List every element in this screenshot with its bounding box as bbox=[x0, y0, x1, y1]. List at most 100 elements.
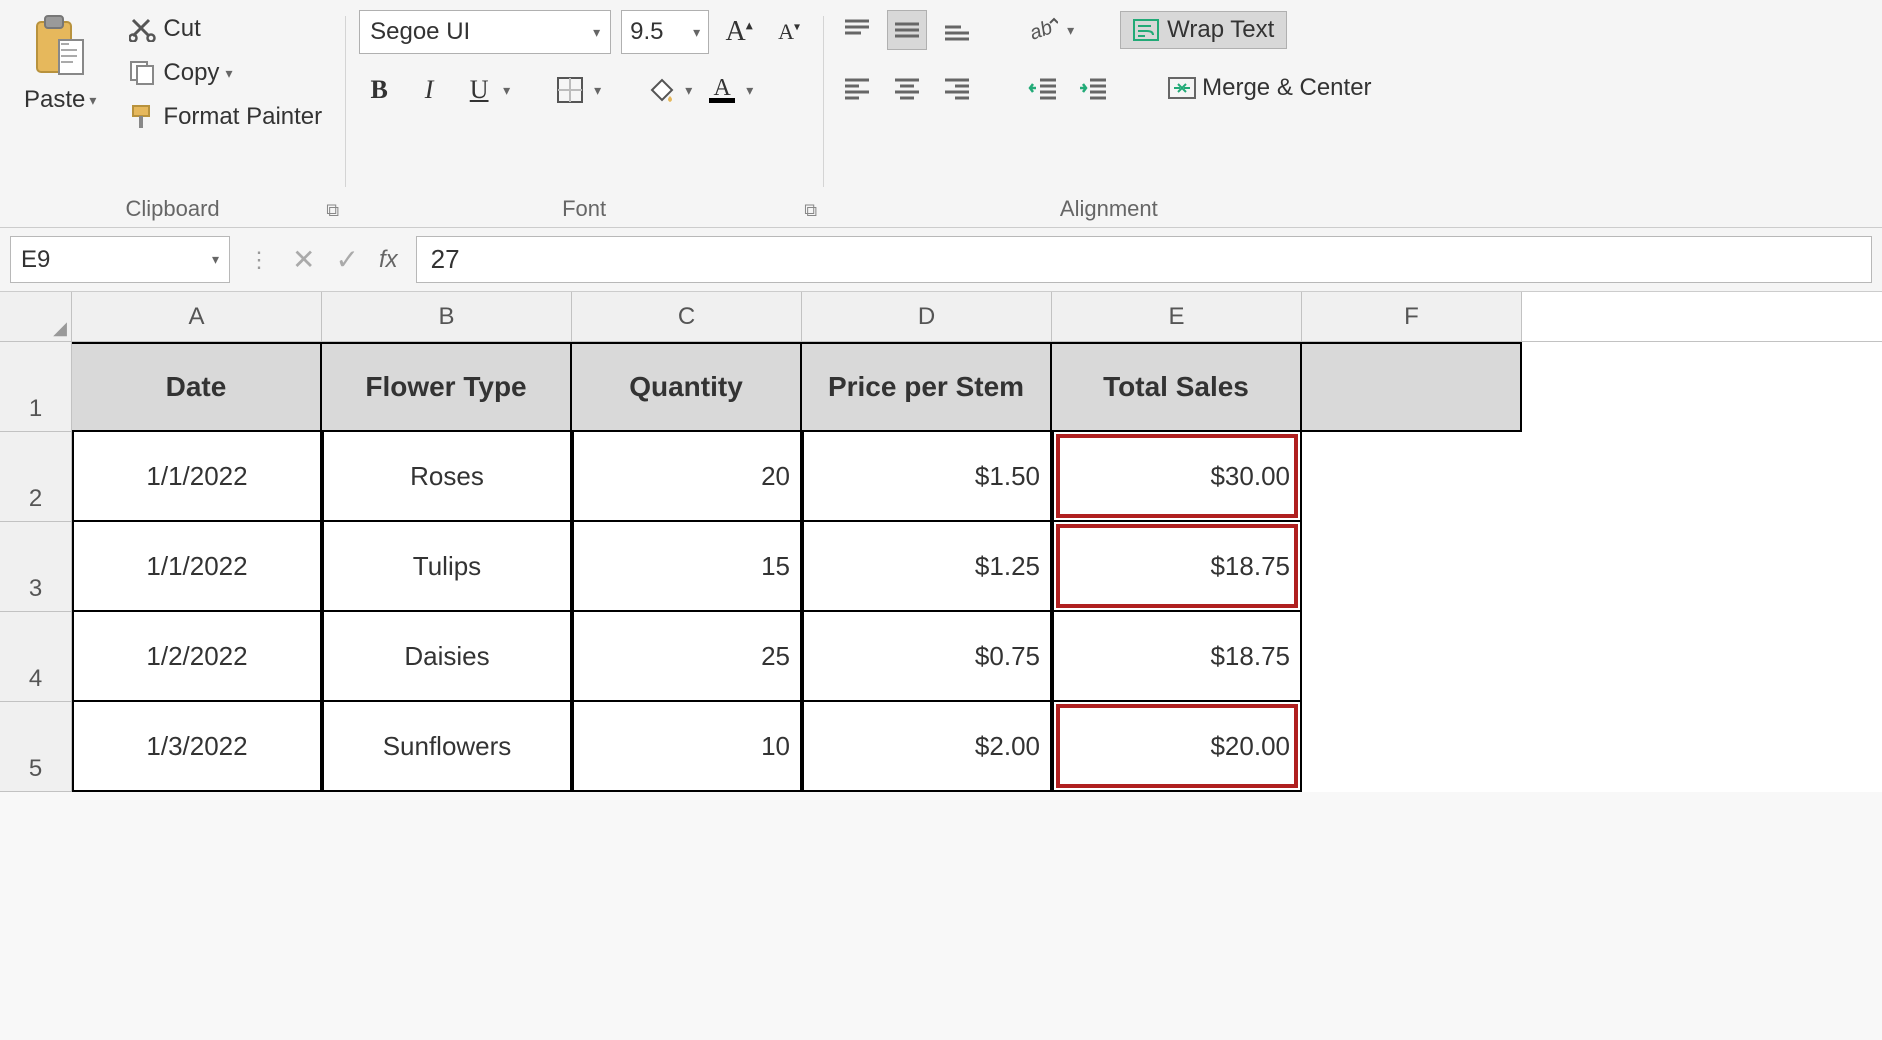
col-header-c[interactable]: C bbox=[572, 292, 802, 341]
align-bottom-button[interactable] bbox=[937, 10, 977, 50]
orientation-icon: ab bbox=[1028, 17, 1058, 43]
formula-value: 27 bbox=[431, 244, 460, 275]
cell[interactable]: 20 bbox=[572, 432, 802, 522]
increase-font-button[interactable]: A▴ bbox=[719, 12, 759, 52]
cell[interactable]: Tulips bbox=[322, 522, 572, 612]
decrease-indent-button[interactable] bbox=[1023, 68, 1063, 108]
fx-label[interactable]: fx bbox=[379, 246, 398, 274]
copy-button[interactable]: Copy ▾ bbox=[120, 54, 331, 92]
cell-empty[interactable] bbox=[1302, 522, 1522, 612]
fill-color-button[interactable] bbox=[641, 70, 681, 110]
borders-icon bbox=[556, 76, 584, 104]
bold-button[interactable]: B bbox=[359, 70, 399, 110]
chevron-down-icon[interactable]: ▾ bbox=[746, 82, 753, 99]
cell[interactable]: 1/1/2022 bbox=[72, 522, 322, 612]
cancel-formula-button[interactable]: ✕ bbox=[292, 243, 315, 276]
col-header-a[interactable]: A bbox=[72, 292, 322, 341]
cell[interactable]: 1/2/2022 bbox=[72, 612, 322, 702]
cell[interactable]: 15 bbox=[572, 522, 802, 612]
cut-button[interactable]: Cut bbox=[120, 10, 331, 48]
increase-indent-button[interactable] bbox=[1073, 68, 1113, 108]
merge-center-button[interactable]: Merge & Center bbox=[1159, 69, 1380, 107]
cell[interactable]: Roses bbox=[322, 432, 572, 522]
cell[interactable]: $18.75 bbox=[1052, 522, 1302, 612]
name-box[interactable]: E9 ▾ bbox=[10, 236, 230, 283]
select-all-corner[interactable]: ◢ bbox=[0, 292, 72, 341]
cell[interactable]: $0.75 bbox=[802, 612, 1052, 702]
cell[interactable]: 1/3/2022 bbox=[72, 702, 322, 792]
cell-empty[interactable] bbox=[1302, 612, 1522, 702]
cell-empty[interactable] bbox=[1302, 702, 1522, 792]
table-row: 21/1/2022Roses20$1.50$30.00 bbox=[0, 432, 1882, 522]
grip-icon: ⋮ bbox=[248, 247, 272, 273]
chevron-down-icon: ▾ bbox=[225, 65, 232, 82]
decrease-font-button[interactable]: A▾ bbox=[769, 12, 809, 52]
row-header[interactable]: 4 bbox=[0, 612, 72, 702]
row-header[interactable]: 2 bbox=[0, 432, 72, 522]
format-painter-button[interactable]: Format Painter bbox=[120, 98, 331, 136]
wrap-text-button[interactable]: Wrap Text bbox=[1120, 11, 1287, 49]
cell[interactable]: 1/1/2022 bbox=[72, 432, 322, 522]
borders-button[interactable] bbox=[550, 70, 590, 110]
align-right-button[interactable] bbox=[937, 68, 977, 108]
dialog-launcher-icon[interactable]: ⧉ bbox=[804, 200, 817, 221]
cell[interactable]: $30.00 bbox=[1052, 432, 1302, 522]
align-top-button[interactable] bbox=[837, 10, 877, 50]
chevron-down-icon[interactable]: ▾ bbox=[594, 82, 601, 99]
orientation-button[interactable]: ab bbox=[1023, 10, 1063, 50]
col-header-e[interactable]: E bbox=[1052, 292, 1302, 341]
copy-label: Copy bbox=[163, 59, 219, 87]
underline-button[interactable]: U bbox=[459, 70, 499, 110]
cut-label: Cut bbox=[163, 15, 200, 43]
cell[interactable]: Price per Stem bbox=[802, 342, 1052, 432]
font-size-select[interactable]: 9.5 ▾ bbox=[621, 10, 709, 54]
formula-bar: E9 ▾ ⋮ ✕ ✓ fx 27 bbox=[0, 228, 1882, 292]
dialog-launcher-icon[interactable]: ⧉ bbox=[326, 200, 339, 221]
cell[interactable]: Date bbox=[72, 342, 322, 432]
col-header-d[interactable]: D bbox=[802, 292, 1052, 341]
increase-indent-icon bbox=[1078, 76, 1108, 100]
italic-button[interactable]: I bbox=[409, 70, 449, 110]
formula-input[interactable]: 27 bbox=[416, 236, 1872, 283]
cell[interactable]: 10 bbox=[572, 702, 802, 792]
accept-formula-button[interactable]: ✓ bbox=[335, 243, 358, 276]
chevron-down-icon[interactable]: ▾ bbox=[503, 82, 510, 99]
chevron-down-icon: ▾ bbox=[212, 251, 219, 268]
cell[interactable]: 25 bbox=[572, 612, 802, 702]
cell-empty[interactable] bbox=[1302, 342, 1522, 432]
chevron-down-icon[interactable]: ▾ bbox=[685, 82, 692, 99]
cell[interactable]: $2.00 bbox=[802, 702, 1052, 792]
italic-icon: I bbox=[425, 75, 434, 105]
formula-bar-controls: ⋮ ✕ ✓ fx bbox=[230, 228, 416, 291]
row-header[interactable]: 3 bbox=[0, 522, 72, 612]
font-name-select[interactable]: Segoe UI ▾ bbox=[359, 10, 611, 54]
align-center-button[interactable] bbox=[887, 68, 927, 108]
cell[interactable]: Total Sales bbox=[1052, 342, 1302, 432]
chevron-down-icon[interactable]: ▾ bbox=[1067, 22, 1074, 39]
font-name-value: Segoe UI bbox=[370, 18, 470, 46]
align-right-icon bbox=[943, 76, 971, 100]
cell[interactable]: Flower Type bbox=[322, 342, 572, 432]
wrap-text-label: Wrap Text bbox=[1167, 16, 1274, 44]
cell[interactable]: $1.25 bbox=[802, 522, 1052, 612]
cell-empty[interactable] bbox=[1302, 432, 1522, 522]
chevron-down-icon: ▾ bbox=[89, 92, 96, 109]
row-header[interactable]: 5 bbox=[0, 702, 72, 792]
row-header-1[interactable]: 1 bbox=[0, 342, 72, 432]
col-header-f[interactable]: F bbox=[1302, 292, 1522, 341]
font-color-button[interactable]: A bbox=[702, 70, 742, 110]
decrease-indent-icon bbox=[1028, 76, 1058, 100]
paint-bucket-icon bbox=[646, 76, 676, 104]
cell[interactable]: Daisies bbox=[322, 612, 572, 702]
ribbon: Paste▾ Cut Copy ▾ bbox=[0, 0, 1882, 228]
cell[interactable]: $18.75 bbox=[1052, 612, 1302, 702]
cell[interactable]: $1.50 bbox=[802, 432, 1052, 522]
align-left-button[interactable] bbox=[837, 68, 877, 108]
cell[interactable]: Sunflowers bbox=[322, 702, 572, 792]
cell[interactable]: Quantity bbox=[572, 342, 802, 432]
cell[interactable]: $20.00 bbox=[1052, 702, 1302, 792]
align-middle-button[interactable] bbox=[887, 10, 927, 50]
col-header-b[interactable]: B bbox=[322, 292, 572, 341]
align-middle-icon bbox=[893, 18, 921, 42]
paste-button[interactable]: Paste▾ bbox=[14, 10, 106, 114]
